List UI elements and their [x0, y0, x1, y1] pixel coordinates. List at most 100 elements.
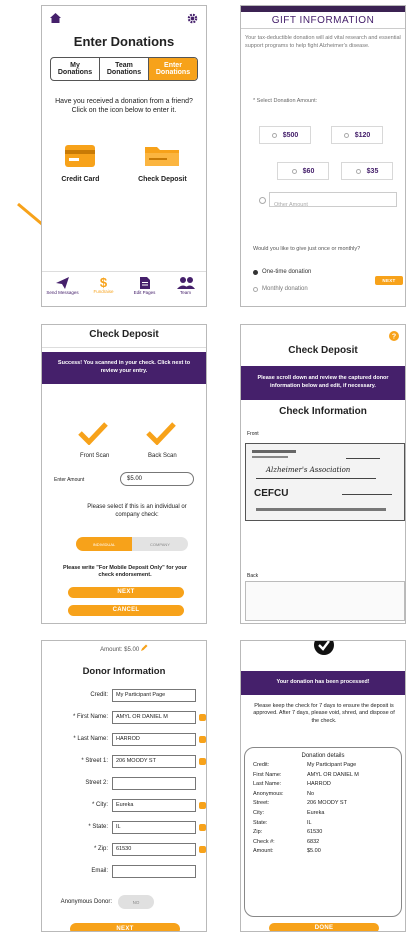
toggle-company[interactable]: COMPANY [132, 537, 188, 551]
detail-row: Street: 206 MOODY ST [253, 799, 393, 809]
front-label: Front [247, 431, 259, 437]
front-scan-label: Front Scan [80, 453, 110, 459]
check-review-screen: ? Check Deposit Please scroll down and r… [240, 324, 406, 624]
gift-next-button[interactable]: NEXT [375, 276, 403, 285]
edit-field-icon[interactable] [199, 713, 206, 721]
field-label: Street 2: [85, 780, 108, 786]
dollar-icon: $ [99, 275, 108, 290]
check-deposit-scan-screen: Check Deposit Success! You scanned in yo… [41, 324, 207, 624]
edit-field-icon[interactable] [199, 757, 206, 765]
detail-key: Last Name: [253, 781, 282, 788]
field-input[interactable]: AMYL OR DANIEL M [112, 710, 196, 724]
field-label: * First Name: [72, 714, 108, 720]
cancel-button[interactable]: CANCEL [68, 605, 184, 616]
back-scan-check-icon [146, 422, 176, 445]
field-input[interactable] [112, 776, 196, 790]
check-payee: Alzheimer's Association [266, 466, 351, 474]
one-time-option[interactable]: One-time donation [253, 269, 311, 275]
tab-team[interactable]: Team [165, 272, 206, 306]
detail-value: Eureka [307, 809, 325, 816]
gift-information-screen: GIFT INFORMATION Your tax-deductible don… [240, 5, 406, 307]
amount-120[interactable]: $120 [331, 126, 383, 144]
field-input[interactable]: My Participant Page [112, 688, 196, 702]
donor-field-row: * First Name: AMYL OR DANIEL M [42, 709, 206, 725]
edit-field-icon[interactable] [199, 845, 206, 853]
donations-tabs: My Donations Team Donations Enter Donations [50, 57, 198, 81]
anonymous-toggle[interactable]: NO [118, 895, 154, 909]
check-deposit-option[interactable]: Check Deposit [138, 144, 187, 183]
amount-input[interactable]: $5.00 [120, 472, 194, 486]
detail-value: 206 MOODY ST [307, 800, 347, 807]
field-input[interactable]: 206 MOODY ST [112, 754, 196, 768]
detail-value: $5.00 [307, 848, 321, 855]
check-deposit-icon [145, 146, 180, 166]
field-label: * City: [91, 802, 108, 808]
other-amount-radio[interactable] [259, 197, 266, 204]
back-scan-label: Back Scan [148, 453, 177, 459]
check-back-image [245, 581, 405, 621]
document-icon [139, 277, 150, 289]
edit-field-icon[interactable] [199, 823, 206, 831]
monthly-radio [253, 286, 258, 292]
tab-my-donations[interactable]: My Donations [51, 58, 100, 80]
tab-edit-pages[interactable]: Edit Pages [124, 272, 165, 306]
field-input[interactable]: HARROD [112, 732, 196, 746]
tab-enter-donations[interactable]: Enter Donations [149, 58, 197, 80]
field-input[interactable]: 61530 [112, 842, 196, 856]
edit-field-icon[interactable] [199, 801, 206, 809]
donation-prompt: Have you received a donation from a frie… [55, 98, 193, 115]
one-time-radio [253, 269, 258, 275]
donor-next-button[interactable]: NEXT [70, 923, 180, 931]
gear-icon[interactable] [187, 13, 198, 24]
donor-field-row: Street 2: [42, 775, 206, 791]
amount-500[interactable]: $500 [259, 126, 311, 144]
edit-pencil-icon[interactable] [140, 644, 148, 651]
detail-row: Check #: 6832 [253, 838, 393, 848]
check-type-prompt: Please select if this is an individual o… [87, 504, 187, 519]
credit-card-option[interactable]: Credit Card [61, 144, 99, 183]
field-input[interactable]: Eureka [112, 798, 196, 812]
detail-row: Zip: 61530 [253, 828, 393, 838]
detail-key: City: [253, 809, 264, 816]
home-icon[interactable] [50, 13, 61, 23]
check-front-image: Alzheimer's Association CEFCU [245, 443, 405, 521]
frequency-question: Would you like to give just once or mont… [253, 246, 361, 252]
toggle-individual[interactable]: INDIVIDUAL [76, 537, 132, 551]
bottom-tab-bar: Send Messages $ Fundraise Edit Pages Tea… [42, 271, 206, 306]
field-label: * Zip: [93, 846, 108, 852]
donation-details-card: Donation details Credit: My Participant P… [244, 747, 402, 917]
credit-card-icon [65, 144, 96, 167]
field-input[interactable] [112, 864, 196, 878]
detail-value: 61530 [307, 829, 323, 836]
review-banner: Please scroll down and review the captur… [241, 366, 405, 400]
detail-key: Amount: [253, 848, 274, 855]
detail-key: Credit: [253, 762, 270, 768]
monthly-option[interactable]: Monthly donation [253, 286, 308, 292]
donor-field-row: Email: [42, 863, 206, 879]
gift-intro: Your tax-deductible donation will aid vi… [245, 35, 401, 49]
amount-35[interactable]: $35 [341, 162, 393, 180]
detail-value: No [307, 790, 315, 797]
tab-team-donations[interactable]: Team Donations [100, 58, 149, 80]
check-type-toggle[interactable]: INDIVIDUAL COMPANY [76, 537, 188, 551]
endorsement-note: Please write "For Mobile Deposit Only" f… [62, 565, 188, 579]
help-icon[interactable]: ? [389, 331, 399, 341]
edit-field-icon[interactable] [199, 735, 206, 743]
field-input[interactable]: IL [112, 820, 196, 834]
svg-text:?: ? [392, 334, 396, 341]
check-bank-logo: CEFCU [254, 488, 289, 499]
donor-field-row: Credit: My Participant Page [42, 687, 206, 703]
tab-fundraise[interactable]: $ Fundraise [83, 272, 124, 306]
credit-card-label: Credit Card [61, 175, 100, 183]
done-button[interactable]: DONE [269, 923, 379, 931]
top-bar [42, 6, 206, 30]
page-title: Check Deposit [288, 345, 358, 356]
select-amount-label: * Select Donation Amount: [253, 98, 318, 104]
other-amount-input[interactable]: Other Amount [269, 192, 397, 208]
detail-value: 6832 [307, 838, 320, 845]
tab-send-messages[interactable]: Send Messages [42, 272, 83, 306]
details-title: Donation details [301, 753, 345, 759]
detail-key: Zip: [253, 829, 263, 836]
next-button[interactable]: NEXT [68, 587, 184, 598]
amount-60[interactable]: $60 [277, 162, 329, 180]
